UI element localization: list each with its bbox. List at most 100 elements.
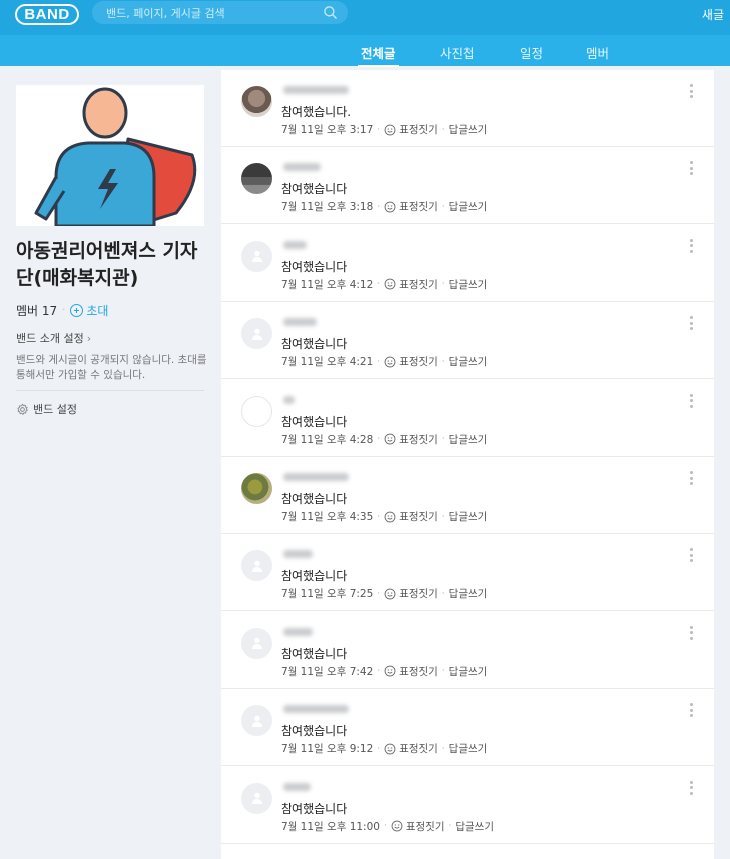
react-button[interactable]: 표정짓기 [399,664,438,679]
comment-meta: 7월 11일 오후 4:28 · 표정짓기 · 답글쓰기 [281,432,487,447]
avatar[interactable] [241,705,272,737]
more-options-icon[interactable] [690,393,694,410]
reply-button[interactable]: 답글쓰기 [449,122,488,137]
default-person-icon [251,792,262,805]
avatar[interactable] [241,240,272,272]
avatar[interactable] [241,550,272,582]
reply-button[interactable]: 답글쓰기 [455,819,494,834]
avatar[interactable] [241,163,272,195]
author-name-blurred[interactable] [283,240,307,249]
react-button[interactable]: 표정짓기 [406,819,445,834]
band-logo[interactable]: BAND [15,4,79,25]
member-count[interactable]: 멤버 17 [16,302,57,319]
smile-icon[interactable] [384,665,396,677]
smile-icon[interactable] [384,433,396,445]
comment-meta: 7월 11일 오후 9:12 · 표정짓기 · 답글쓰기 [281,741,487,756]
separator-dot: · [441,743,445,754]
react-button[interactable]: 표정짓기 [399,509,438,524]
tab-photos[interactable]: 사진첩 [440,43,475,62]
reply-button[interactable]: 답글쓰기 [449,432,488,447]
author-name-blurred[interactable] [283,395,295,404]
separator-dot: · [383,821,387,832]
smile-icon[interactable] [391,820,403,832]
author-name-blurred[interactable] [283,550,313,559]
more-options-icon[interactable] [690,471,694,487]
separator-dot: · [441,279,445,290]
reply-button[interactable]: 답글쓰기 [449,509,488,524]
comment-item: 참여했습니다 7월 11일 오후 7:42 · 표정짓기 · 답글쓰기 [221,612,714,689]
react-button[interactable]: 표정짓기 [399,586,438,601]
react-button[interactable]: 표정짓기 [399,122,438,137]
separator-dot: · [441,511,445,522]
band-setting-link[interactable]: 밴드 설정 [16,401,77,417]
react-button[interactable]: 표정짓기 [399,741,438,756]
band-cover-image[interactable] [16,85,204,226]
search-box[interactable]: 밴드, 페이지, 게시글 검색 [92,1,348,24]
author-name-blurred[interactable] [283,705,349,714]
smile-icon[interactable] [384,588,396,600]
react-button[interactable]: 표정짓기 [399,277,438,292]
intro-setting-label: 밴드 소개 설정 [16,332,84,345]
reply-button[interactable]: 답글쓰기 [449,354,488,369]
tab-all-posts[interactable]: 전체글 [358,43,398,67]
more-options-icon[interactable] [690,703,694,719]
more-options-icon[interactable] [690,161,694,177]
smile-icon[interactable] [384,743,396,755]
react-button[interactable]: 표정짓기 [399,354,438,369]
reply-button[interactable]: 답글쓰기 [449,741,488,756]
chevron-right-icon: › [86,332,92,345]
search-input[interactable]: 밴드, 페이지, 게시글 검색 [106,5,225,21]
avatar[interactable] [241,627,272,659]
default-person-icon [251,328,262,340]
react-button[interactable]: 표정짓기 [399,432,438,447]
comment-meta: 7월 11일 오후 4:21 · 표정짓기 · 답글쓰기 [281,354,487,369]
author-name-blurred[interactable] [283,627,313,636]
author-name-blurred[interactable] [283,86,349,94]
reply-button[interactable]: 답글쓰기 [449,277,488,292]
comment-meta: 7월 11일 오후 3:18 · 표정짓기 · 답글쓰기 [281,199,487,214]
separator-dot: · [377,124,381,135]
avatar[interactable] [241,782,272,814]
tab-schedule[interactable]: 일정 [520,43,543,62]
avatar[interactable] [241,86,272,117]
author-name-blurred[interactable] [283,782,311,791]
plus-circle-icon [70,304,84,317]
more-options-icon[interactable] [690,84,694,100]
comment-text: 참여했습니다 [281,414,348,429]
more-options-icon[interactable] [690,548,694,564]
band-setting-label: 밴드 설정 [33,403,77,416]
avatar[interactable] [241,395,272,427]
reply-button[interactable]: 답글쓰기 [449,664,488,679]
more-options-icon[interactable] [690,780,694,797]
search-icon[interactable] [323,5,338,20]
more-options-icon[interactable] [690,316,694,332]
tab-members[interactable]: 멤버 [586,43,609,62]
separator-dot: · [377,279,381,290]
separator-dot: · [377,743,381,754]
invite-button[interactable]: 초대 [70,302,108,319]
default-person-icon [251,715,262,727]
smile-icon[interactable] [384,278,396,290]
comment-item: 참여했습니다 7월 11일 오후 3:18 · 표정짓기 · 답글쓰기 [221,147,714,225]
smile-icon[interactable] [384,511,396,523]
comment-text: 참여했습니다 [281,569,348,584]
band-intro-setting-link[interactable]: 밴드 소개 설정 › [16,330,91,346]
smile-icon[interactable] [384,124,396,136]
author-name-blurred[interactable] [283,163,321,172]
reply-button[interactable]: 답글쓰기 [449,199,488,214]
more-options-icon[interactable] [690,625,694,642]
react-button[interactable]: 표정짓기 [399,199,438,214]
separator-dot: · [441,666,445,677]
comment-text: 참여했습니다. [281,105,352,119]
avatar[interactable] [241,318,272,350]
reply-button[interactable]: 답글쓰기 [449,586,488,601]
smile-icon[interactable] [384,356,396,368]
separator-dot: · [377,356,381,367]
author-name-blurred[interactable] [283,318,317,327]
smile-icon[interactable] [384,201,396,213]
new-post-link[interactable]: 새글 [702,6,724,23]
comment-item: 참여했습니다 7월 11일 오후 4:28 · 표정짓기 · 답글쓰기 [221,380,714,457]
more-options-icon[interactable] [690,238,694,255]
author-name-blurred[interactable] [283,473,349,481]
avatar[interactable] [241,473,272,504]
